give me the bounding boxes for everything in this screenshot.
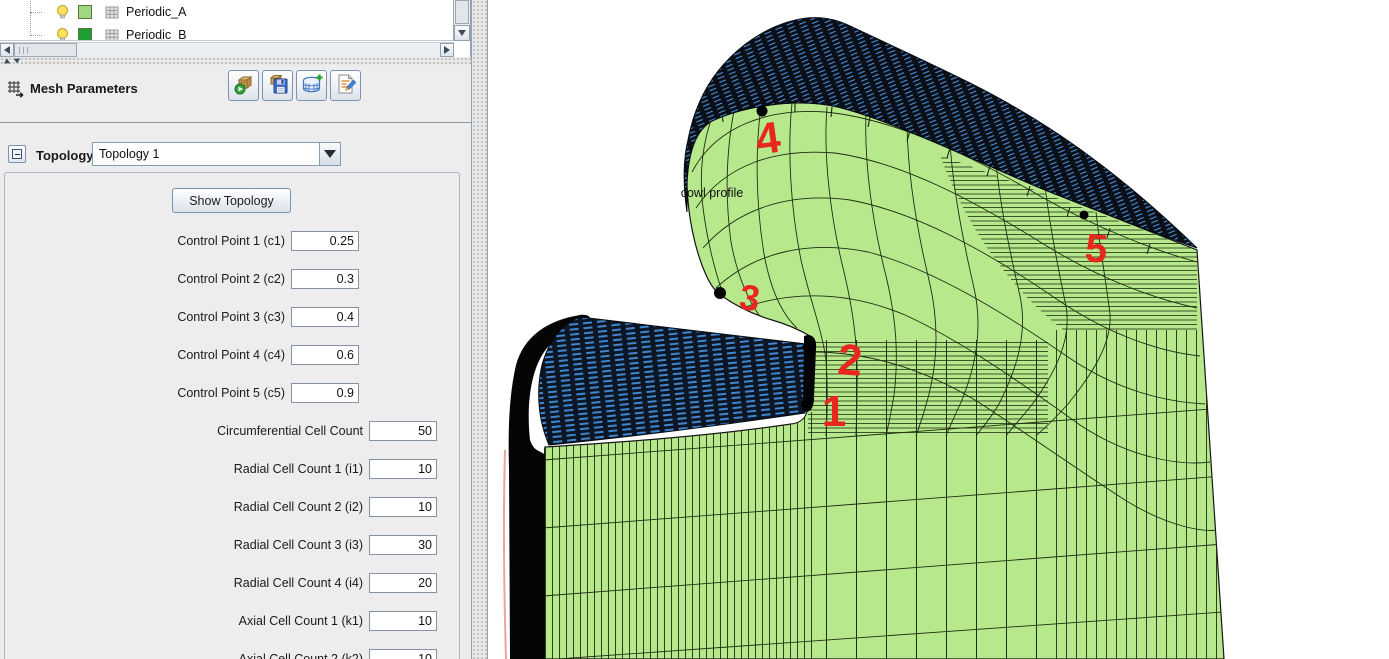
field-label: Radial Cell Count 4 (i4): [233, 576, 363, 590]
boundary-tree-panel: Periodic_A Periodic_B: [0, 0, 471, 57]
tree-horizontal-scrollbar[interactable]: [0, 42, 454, 57]
mesh-parameters-header: Mesh Parameters: [0, 65, 471, 122]
mesh-block-icon: [105, 29, 119, 40]
field-row: Control Point 1 (c1): [5, 231, 459, 251]
minus-icon: [12, 149, 22, 159]
edit-document-icon: [335, 73, 357, 98]
radial-cell-count-2-input[interactable]: [369, 497, 437, 517]
mesh-canvas[interactable]: 4 3 2 1 5 cowl profile: [488, 0, 1389, 659]
horizontal-splitter[interactable]: [0, 57, 471, 65]
field-label: Control Point 1 (c1): [177, 234, 285, 248]
scrollbar-thumb[interactable]: [14, 43, 77, 57]
field-row: Circumferential Cell Count: [5, 421, 459, 441]
scroll-left-button[interactable]: [0, 43, 14, 57]
field-label: Axial Cell Count 2 (k2): [238, 652, 363, 659]
hub-curve-line: [502, 449, 507, 659]
field-label: Control Point 2 (c2): [177, 272, 285, 286]
control-point-1-input[interactable]: [291, 231, 359, 251]
circumferential-cell-count-input[interactable]: [369, 421, 437, 441]
topology-dropdown[interactable]: Topology 1: [92, 142, 341, 166]
point-marker-5[interactable]: [1079, 210, 1089, 220]
collapse-up-icon[interactable]: [3, 58, 11, 64]
field-row: Control Point 2 (c2): [5, 269, 459, 289]
axial-cell-count-1-input[interactable]: [369, 611, 437, 631]
field-row: Control Point 5 (c5): [5, 383, 459, 403]
vertical-splitter[interactable]: [471, 0, 488, 659]
field-label: Radial Cell Count 1 (i1): [233, 462, 363, 476]
tree-row-periodic-a[interactable]: Periodic_A: [0, 1, 453, 23]
radial-cell-count-4-input[interactable]: [369, 573, 437, 593]
field-row: Radial Cell Count 3 (i3): [5, 535, 459, 555]
radial-cell-count-1-input[interactable]: [369, 459, 437, 479]
field-label: Circumferential Cell Count: [217, 424, 363, 438]
generate-mesh-icon: [233, 73, 255, 98]
point-marker-3[interactable]: [714, 287, 726, 299]
annotation-2: 2: [836, 335, 864, 386]
down-arrow-icon: [458, 30, 466, 36]
tree-vertical-scrollbar[interactable]: [453, 0, 470, 41]
tree-branch-dash: [30, 11, 42, 13]
mesh-viewport[interactable]: 4 3 2 1 5 cowl profile: [488, 0, 1389, 659]
tree-branch-dash: [30, 34, 42, 36]
tree-item-label[interactable]: Periodic_A: [126, 5, 186, 19]
lightbulb-icon[interactable]: [55, 4, 70, 21]
annotation-5: 5: [1083, 226, 1110, 272]
scroll-right-button[interactable]: [440, 43, 454, 57]
control-point-5-input[interactable]: [291, 383, 359, 403]
field-label: Axial Cell Count 1 (k1): [238, 614, 363, 628]
edit-mesh-button[interactable]: [330, 70, 361, 101]
field-label: Control Point 3 (c3): [177, 310, 285, 324]
generate-mesh-button[interactable]: [228, 70, 259, 101]
right-arrow-icon: [444, 46, 450, 54]
create-grid-icon: [301, 73, 323, 98]
field-row: Control Point 3 (c3): [5, 307, 459, 327]
radial-cell-count-3-input[interactable]: [369, 535, 437, 555]
topology-section: Topology Topology 1 Show Topology Contro…: [0, 122, 471, 659]
field-row: Axial Cell Count 2 (k2): [5, 649, 459, 659]
mesh-block-icon: [105, 6, 119, 19]
field-row: Radial Cell Count 1 (i1): [5, 459, 459, 479]
boundary-tree[interactable]: Periodic_A Periodic_B: [0, 0, 453, 41]
tree-row-periodic-b[interactable]: Periodic_B: [0, 24, 453, 40]
application-window: Periodic_A Periodic_B Mesh Parameters To…: [0, 0, 1389, 659]
save-mesh-icon: [267, 73, 289, 98]
show-topology-button[interactable]: Show Topology: [172, 188, 291, 213]
thumb-grip: [19, 47, 29, 54]
color-swatch[interactable]: [78, 5, 92, 19]
save-mesh-button[interactable]: [262, 70, 293, 101]
panel-title: Mesh Parameters: [30, 81, 138, 96]
color-swatch[interactable]: [78, 28, 92, 40]
dropdown-arrow-button[interactable]: [319, 143, 340, 165]
field-row: Control Point 4 (c4): [5, 345, 459, 365]
topology-label: Topology: [36, 148, 94, 163]
scroll-down-button[interactable]: [454, 25, 470, 41]
chevron-down-icon: [324, 150, 336, 158]
create-grid-button[interactable]: [296, 70, 327, 101]
cowl-boundary-layer: [538, 316, 807, 446]
field-label: Control Point 4 (c4): [177, 348, 285, 362]
field-row: Axial Cell Count 1 (k1): [5, 611, 459, 631]
collapse-topology-button[interactable]: [8, 145, 26, 163]
field-row: Radial Cell Count 2 (i2): [5, 497, 459, 517]
field-label: Control Point 5 (c5): [177, 386, 285, 400]
mesh-parameters-icon: [5, 78, 26, 102]
point-marker-2[interactable]: [802, 341, 814, 353]
cowl-profile-label: cowl profile: [681, 186, 744, 200]
axial-cell-count-2-input[interactable]: [369, 649, 437, 659]
topology-dropdown-value: Topology 1: [99, 147, 160, 161]
topology-parameters-panel: Show Topology Control Point 1 (c1) Contr…: [4, 172, 460, 659]
collapse-down-icon[interactable]: [13, 58, 21, 64]
scrollbar-thumb[interactable]: [455, 0, 469, 24]
point-marker-1[interactable]: [801, 399, 811, 409]
field-label: Radial Cell Count 3 (i3): [233, 538, 363, 552]
control-point-3-input[interactable]: [291, 307, 359, 327]
left-arrow-icon: [4, 46, 10, 54]
lightbulb-icon[interactable]: [55, 27, 70, 40]
field-row: Radial Cell Count 4 (i4): [5, 573, 459, 593]
field-label: Radial Cell Count 2 (i2): [233, 500, 363, 514]
annotation-1: 1: [822, 387, 846, 436]
control-point-4-input[interactable]: [291, 345, 359, 365]
control-point-2-input[interactable]: [291, 269, 359, 289]
tree-item-label[interactable]: Periodic_B: [126, 28, 186, 40]
